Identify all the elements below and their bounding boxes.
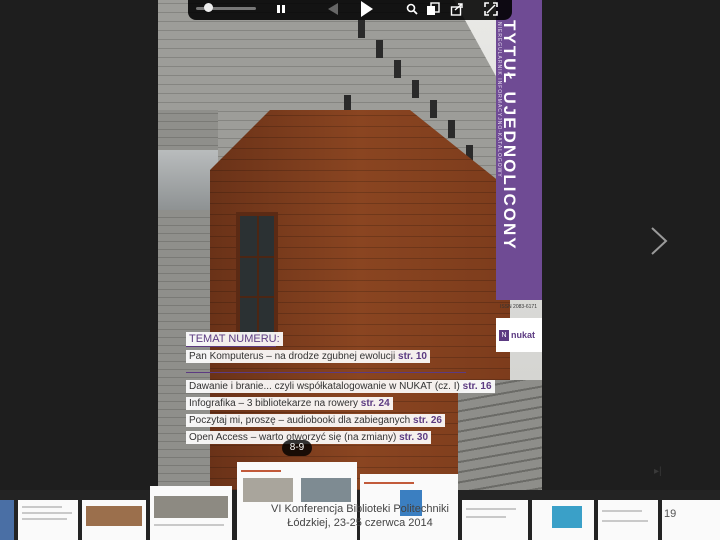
magazine-title: TYTUŁ UJEDNOLICONY xyxy=(500,20,519,251)
thumbnails-icon[interactable] xyxy=(426,2,440,16)
thumbnail-page[interactable] xyxy=(662,500,720,540)
prev-page-icon[interactable] xyxy=(326,2,340,16)
building-window xyxy=(448,120,455,138)
thumbnail-page-number: 19 xyxy=(664,508,677,520)
thumbnail-page[interactable] xyxy=(82,500,146,540)
toc-item-page: str. 16 xyxy=(462,381,492,392)
pause-icon[interactable] xyxy=(276,4,286,14)
thumbnail-page[interactable] xyxy=(18,500,78,540)
fullscreen-icon[interactable] xyxy=(484,2,498,16)
thumbnail-page[interactable] xyxy=(532,500,594,540)
toc-item-title: Poczytaj mi, proszę – audiobooki dla zab… xyxy=(189,415,411,426)
magazine-subtitle: NIEREGULARNIK INFORMACYJNO-KATALOGOWY xyxy=(496,22,502,178)
building-window xyxy=(412,80,419,98)
thumbnail-page[interactable] xyxy=(0,500,14,540)
share-icon[interactable] xyxy=(450,2,464,16)
nukat-logo-text: nukat xyxy=(511,330,536,340)
search-icon[interactable] xyxy=(406,3,418,15)
toc-item[interactable]: Dawanie i branie... czyli współkatalogow… xyxy=(186,380,495,393)
toc-item[interactable]: Infografika – 3 bibliotekarze na rowery … xyxy=(186,397,393,410)
toc-item[interactable]: Pan Komputerus – na drodze zgubnej ewolu… xyxy=(186,350,430,363)
viewer-toolbar xyxy=(188,0,512,20)
thumbnail-page[interactable] xyxy=(462,500,528,540)
building-window xyxy=(358,20,365,38)
toc-item-page: str. 26 xyxy=(413,415,442,426)
nukat-logo-mark: N xyxy=(499,330,509,341)
building-window xyxy=(394,60,401,78)
caption-line: Łódzkiej, 23-25 czerwca 2014 xyxy=(287,517,433,529)
building-glass-band xyxy=(158,150,218,210)
conference-caption: VI Konferencja Biblioteki Politechniki Ł… xyxy=(262,502,458,530)
toc-item[interactable]: Poczytaj mi, proszę – audiobooki dla zab… xyxy=(186,414,445,427)
building-window xyxy=(430,100,437,118)
page-number-badge: 8-9 xyxy=(282,440,312,456)
toc-divider xyxy=(186,346,276,347)
toc-item-title: Infografika – 3 bibliotekarze na rowery xyxy=(189,398,358,409)
thumbnail-page[interactable] xyxy=(598,500,658,540)
play-icon[interactable] xyxy=(358,0,374,18)
toc-item-page: str. 10 xyxy=(398,351,427,362)
toc-item-title: Pan Komputerus – na drodze zgubnej ewolu… xyxy=(189,351,396,362)
last-page-icon[interactable]: ▸| xyxy=(654,466,662,477)
thumbnail-page[interactable] xyxy=(150,486,232,540)
toc-item-title: Dawanie i branie... czyli współkatalogow… xyxy=(189,381,460,392)
issn-number: ISSN 2083-6171 xyxy=(500,304,537,310)
toc-item-page: str. 24 xyxy=(360,398,390,409)
seek-knob[interactable] xyxy=(204,3,213,12)
toc-heading: TEMAT NUMERU: xyxy=(186,332,283,346)
wooden-wall-window xyxy=(236,212,278,342)
caption-line: VI Konferencja Biblioteki Politechniki xyxy=(271,503,449,515)
next-page-arrow-icon[interactable] xyxy=(650,226,668,256)
toc-divider xyxy=(186,372,466,373)
staircase xyxy=(458,380,542,490)
nukat-logo: N nukat xyxy=(496,318,542,352)
toc-item-page: str. 30 xyxy=(399,432,429,443)
building-window xyxy=(376,40,383,58)
